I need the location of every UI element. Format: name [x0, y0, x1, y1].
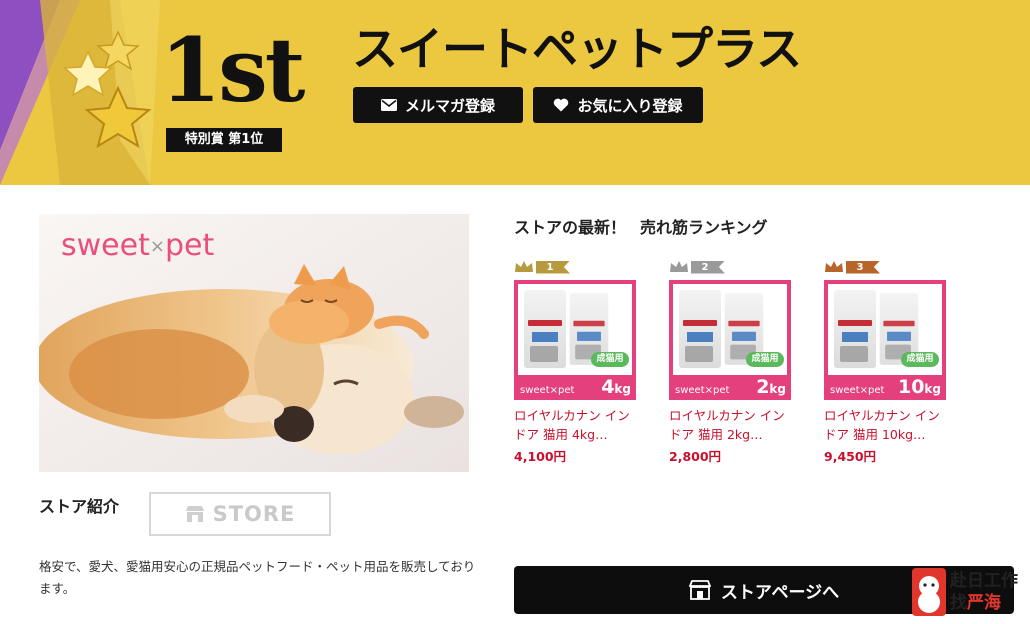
product-price: 2,800円: [669, 449, 722, 464]
product-name-link[interactable]: ロイヤルカナン インドア 猫用 2kg…: [669, 406, 794, 444]
rank-subtitle: 特別賞 第1位: [166, 128, 282, 152]
crown-icon: [670, 261, 688, 272]
rank-number: 1: [536, 260, 570, 274]
ranking-item[interactable]: 3 成猫用 sweet×pet 10kg ロイヤルカナン インドア 猫用 10kg… 9,…: [824, 258, 949, 465]
lucky-cat-logo: [912, 568, 946, 616]
add-favorite-label: お気に入り登録: [577, 96, 683, 115]
storefront-icon: [185, 506, 204, 522]
store-description: 格安で、愛犬、愛猫用安心の正規品ペットフード・ペット用品を販売しております。: [39, 559, 476, 596]
store-hero-image: sweet×pet: [39, 214, 469, 472]
product-image[interactable]: 成猫用 sweet×pet 2kg: [669, 280, 791, 400]
storefront-icon: [688, 580, 711, 600]
store-badge-label: STORE: [212, 502, 296, 526]
product-name-link[interactable]: ロイヤルカナン インドア 猫用 10kg…: [824, 406, 949, 444]
product-weight: 4kg: [601, 376, 631, 398]
mail-icon: [380, 99, 397, 111]
product-brand-text: sweet×pet: [830, 385, 885, 396]
rank-number: 2: [691, 260, 725, 274]
rank-badge: 3: [824, 258, 949, 276]
watermark-line-2: 找严海: [950, 593, 1001, 613]
rank-number: 3: [846, 260, 880, 274]
food-bag-image: [834, 290, 876, 368]
food-bag-image: [679, 290, 721, 368]
product-name-link[interactable]: ロイヤルカナン インドア 猫用 4kg…: [514, 406, 639, 444]
ranking-item[interactable]: 2 成猫用 sweet×pet 2kg ロイヤルカナン インドア 猫用 2kg… 2,80…: [669, 258, 794, 465]
adult-cat-tag: 成猫用: [901, 352, 939, 367]
watermark: 赴日工作 找严海: [912, 564, 1026, 620]
product-weight: 10kg: [897, 376, 941, 398]
watermark-line-1: 赴日工作: [950, 571, 1018, 591]
heart-icon: [554, 98, 569, 112]
store-logo-badge[interactable]: STORE: [149, 492, 331, 536]
store-intro-heading: ストア紹介: [39, 497, 120, 516]
store-award-banner: 1st 特別賞 第1位 スイートペットプラス メルマガ登録 お気に入り登録: [0, 0, 1030, 185]
ranking-item[interactable]: 1 成猫用 sweet×pet 4kg ロイヤルカナン インドア 猫用 4kg… 4,10…: [514, 258, 639, 465]
product-image[interactable]: 成猫用 sweet×pet 4kg: [514, 280, 636, 400]
food-bag-image: [524, 290, 566, 368]
rank-badge: 1: [514, 258, 639, 276]
product-price: 9,450円: [824, 449, 877, 464]
sweet-pet-logo: sweet×pet: [61, 228, 215, 263]
store-page-label: ストアページへ: [720, 582, 840, 603]
rank-number: 1st: [160, 18, 305, 122]
rank-badge: 2: [669, 258, 794, 276]
product-brand-text: sweet×pet: [675, 385, 730, 396]
newsletter-signup-button[interactable]: メルマガ登録: [353, 87, 523, 123]
adult-cat-tag: 成猫用: [746, 352, 784, 367]
product-weight: 2kg: [756, 376, 786, 398]
product-image[interactable]: 成猫用 sweet×pet 10kg: [824, 280, 946, 400]
store-title: スイートペットプラス: [352, 22, 802, 76]
product-brand-text: sweet×pet: [520, 385, 575, 396]
add-favorite-button[interactable]: お気に入り登録: [533, 87, 703, 123]
ranking-heading: ストアの最新！ 売れ筋ランキング: [514, 218, 768, 237]
newsletter-signup-label: メルマガ登録: [404, 96, 495, 115]
crown-icon: [825, 261, 843, 272]
product-price: 4,100円: [514, 449, 567, 464]
crown-icon: [515, 261, 533, 272]
adult-cat-tag: 成猫用: [591, 352, 629, 367]
